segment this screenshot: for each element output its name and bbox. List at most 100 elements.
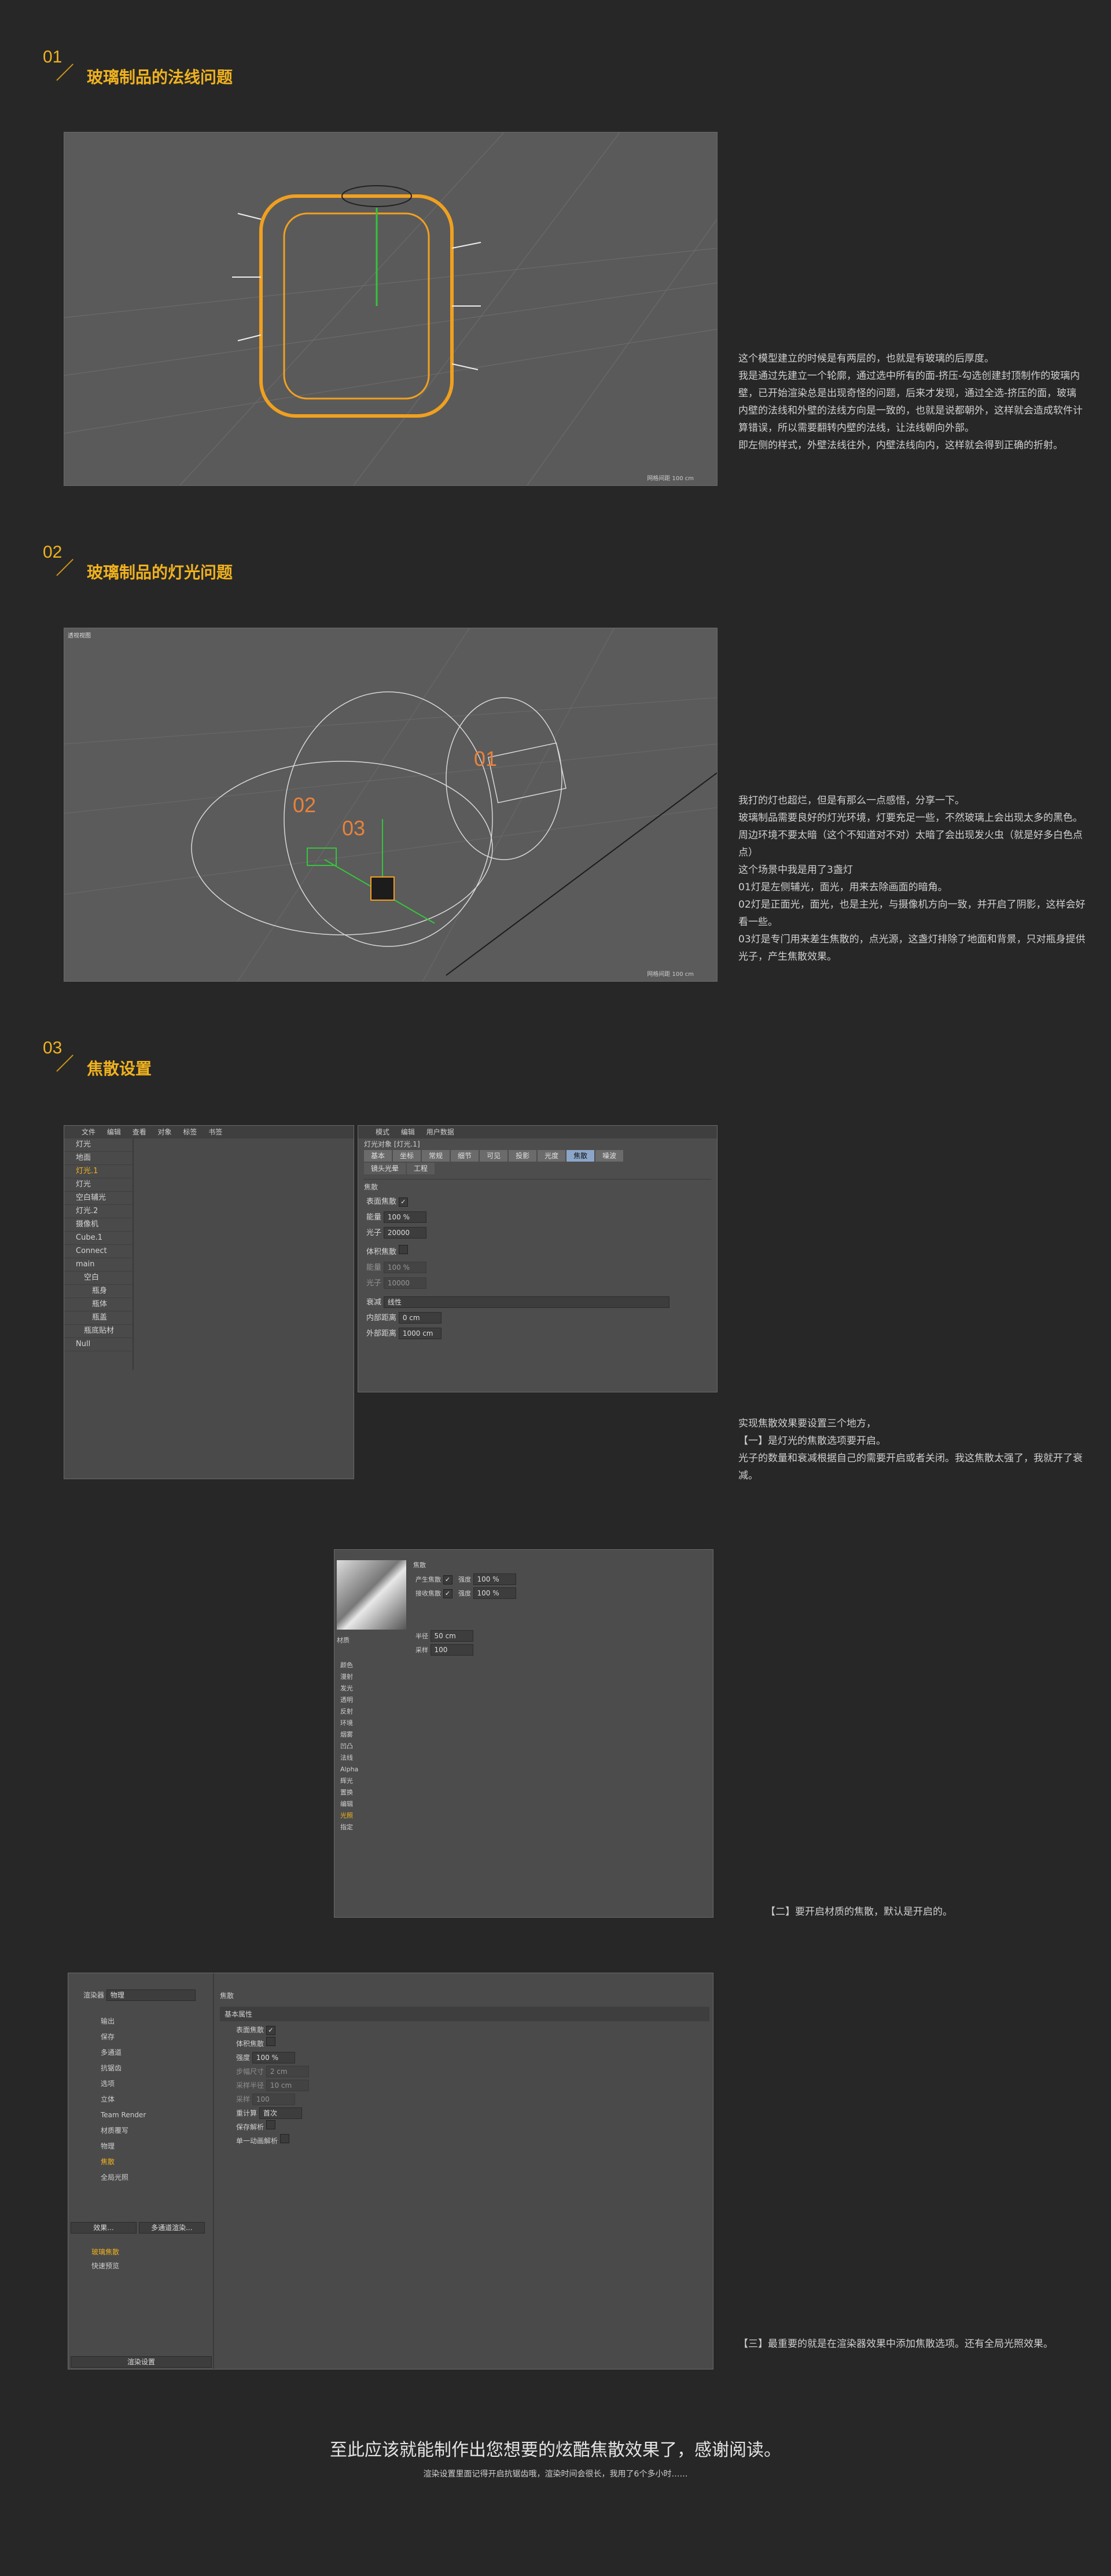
- object-row[interactable]: 地面: [64, 1152, 134, 1165]
- renderer-select[interactable]: 物理: [106, 1989, 196, 2001]
- tab-noise[interactable]: 噪波: [595, 1150, 624, 1162]
- generate-caustics-checkbox[interactable]: ✓: [443, 1575, 453, 1584]
- menu-user-data[interactable]: 用户数据: [426, 1128, 454, 1136]
- energy-label: 能量: [366, 1213, 382, 1222]
- object-row[interactable]: main: [64, 1258, 134, 1272]
- object-row[interactable]: 灯光: [64, 1178, 134, 1192]
- channel-item[interactable]: 烟雾: [340, 1729, 358, 1741]
- grid-spacing-label: 网格间距 100 cm: [647, 971, 694, 978]
- samples-field[interactable]: 100: [252, 2094, 295, 2105]
- object-row[interactable]: 空白辅光: [64, 1192, 134, 1205]
- volume-energy-field[interactable]: 100 %: [383, 1262, 426, 1273]
- menu-tag[interactable]: 标签: [183, 1128, 197, 1136]
- save-solution-checkbox[interactable]: [266, 2120, 275, 2129]
- menu-object[interactable]: 对象: [158, 1128, 172, 1136]
- volume-caustics-label: 体积焦散: [236, 2040, 264, 2048]
- settings-item[interactable]: 抗锯齿: [101, 2061, 146, 2076]
- channel-item[interactable]: 置换: [340, 1787, 358, 1799]
- tab-general[interactable]: 常规: [422, 1150, 450, 1162]
- settings-item[interactable]: 选项: [101, 2076, 146, 2092]
- channel-item[interactable]: 颜色: [340, 1660, 358, 1671]
- strength-field[interactable]: 100 %: [473, 1573, 516, 1585]
- object-row[interactable]: 灯光.2: [64, 1205, 134, 1218]
- render-settings-button[interactable]: 渲染设置: [71, 2356, 212, 2368]
- tab-coords[interactable]: 坐标: [393, 1150, 421, 1162]
- menu-edit[interactable]: 编辑: [107, 1128, 121, 1136]
- settings-item[interactable]: 输出: [101, 2014, 146, 2029]
- volume-caustics-checkbox[interactable]: [266, 2037, 275, 2046]
- channel-item[interactable]: 编辑: [340, 1799, 358, 1810]
- samples-field[interactable]: 100: [430, 1644, 473, 1656]
- tab-caustics[interactable]: 焦散: [566, 1150, 595, 1162]
- object-row[interactable]: Null: [64, 1338, 134, 1351]
- surface-caustics-label: 表面焦散: [366, 1197, 397, 1206]
- settings-item[interactable]: Team Render: [101, 2107, 146, 2123]
- radius-label: 半径: [415, 1632, 428, 1640]
- object-row[interactable]: 瓶身: [64, 1285, 134, 1298]
- strength-field[interactable]: 100 %: [252, 2052, 295, 2063]
- channel-item[interactable]: 透明: [340, 1694, 358, 1706]
- tab-details[interactable]: 细节: [451, 1150, 479, 1162]
- strength-field[interactable]: 100 %: [473, 1587, 516, 1599]
- photons-field[interactable]: 20000: [383, 1227, 426, 1239]
- settings-item[interactable]: 全局光照: [101, 2170, 146, 2186]
- menu-bookmark[interactable]: 书签: [208, 1128, 222, 1136]
- inner-distance-field[interactable]: 0 cm: [398, 1312, 442, 1324]
- channel-item[interactable]: Alpha: [340, 1764, 358, 1775]
- channel-item[interactable]: 凹凸: [340, 1741, 358, 1752]
- preset-item-selected[interactable]: 玻璃焦散: [91, 2245, 119, 2259]
- settings-item[interactable]: 物理: [101, 2139, 146, 2154]
- menu-file[interactable]: 文件: [82, 1128, 95, 1136]
- menu-edit[interactable]: 编辑: [401, 1128, 415, 1136]
- receive-caustics-checkbox[interactable]: ✓: [443, 1589, 453, 1598]
- sample-radius-field[interactable]: 10 cm: [266, 2080, 309, 2091]
- effects-button[interactable]: 效果...: [71, 2222, 137, 2234]
- tab-photometric[interactable]: 光度: [538, 1150, 566, 1162]
- surface-caustics-checkbox[interactable]: ✓: [398, 1197, 408, 1207]
- object-row[interactable]: 摄像机: [64, 1218, 134, 1232]
- object-row[interactable]: 瓶盖: [64, 1311, 134, 1325]
- preset-item[interactable]: 快速预览: [91, 2259, 119, 2273]
- falloff-select[interactable]: 线性: [383, 1296, 669, 1308]
- object-row[interactable]: 灯光: [64, 1138, 134, 1152]
- single-animation-checkbox[interactable]: [279, 2134, 289, 2143]
- tab-project[interactable]: 工程: [407, 1163, 435, 1174]
- volume-caustics-checkbox[interactable]: [398, 1245, 408, 1254]
- settings-item[interactable]: 保存: [101, 2029, 146, 2045]
- object-row[interactable]: 瓶底贴材: [64, 1325, 134, 1338]
- channel-item-selected[interactable]: 光照: [340, 1810, 358, 1822]
- settings-item[interactable]: 多通道: [101, 2045, 146, 2061]
- tab-basic[interactable]: 基本: [364, 1150, 392, 1162]
- outer-distance-field[interactable]: 1000 cm: [398, 1328, 442, 1339]
- attribute-tabs-row2: 镜头光晕 工程: [358, 1163, 717, 1174]
- light-label-01: 01: [474, 747, 498, 771]
- object-row-selected[interactable]: 灯光.1: [64, 1165, 134, 1178]
- settings-item[interactable]: 材质覆写: [101, 2123, 146, 2139]
- object-row[interactable]: 瓶体: [64, 1298, 134, 1311]
- tab-shadow[interactable]: 投影: [509, 1150, 537, 1162]
- tab-lens-glow[interactable]: 镜头光晕: [364, 1163, 406, 1174]
- channel-item[interactable]: 辉光: [340, 1775, 358, 1787]
- multipass-button[interactable]: 多通道渲染...: [138, 2222, 205, 2234]
- surface-caustics-checkbox[interactable]: ✓: [266, 2026, 275, 2035]
- radius-field[interactable]: 50 cm: [430, 1630, 473, 1642]
- menu-view[interactable]: 查看: [133, 1128, 146, 1136]
- channel-item[interactable]: 环境: [340, 1718, 358, 1729]
- energy-field[interactable]: 100 %: [383, 1211, 426, 1223]
- recompute-select[interactable]: 首次: [259, 2107, 302, 2119]
- channel-item[interactable]: 反射: [340, 1706, 358, 1718]
- channel-item[interactable]: 发光: [340, 1683, 358, 1694]
- object-row[interactable]: 空白: [64, 1272, 134, 1285]
- channel-item[interactable]: 指定: [340, 1822, 358, 1833]
- object-row[interactable]: Connect: [64, 1245, 134, 1258]
- object-row[interactable]: Cube.1: [64, 1232, 134, 1245]
- step-size-field[interactable]: 2 cm: [266, 2066, 309, 2077]
- tab-visible[interactable]: 可见: [480, 1150, 508, 1162]
- settings-item[interactable]: 立体: [101, 2092, 146, 2107]
- channel-item[interactable]: 法线: [340, 1752, 358, 1764]
- settings-item-selected[interactable]: 焦散: [101, 2154, 146, 2170]
- column-divider: [133, 1138, 134, 1370]
- channel-item[interactable]: 漫射: [340, 1671, 358, 1683]
- volume-photons-field[interactable]: 10000: [383, 1277, 426, 1289]
- menu-mode[interactable]: 模式: [376, 1128, 389, 1136]
